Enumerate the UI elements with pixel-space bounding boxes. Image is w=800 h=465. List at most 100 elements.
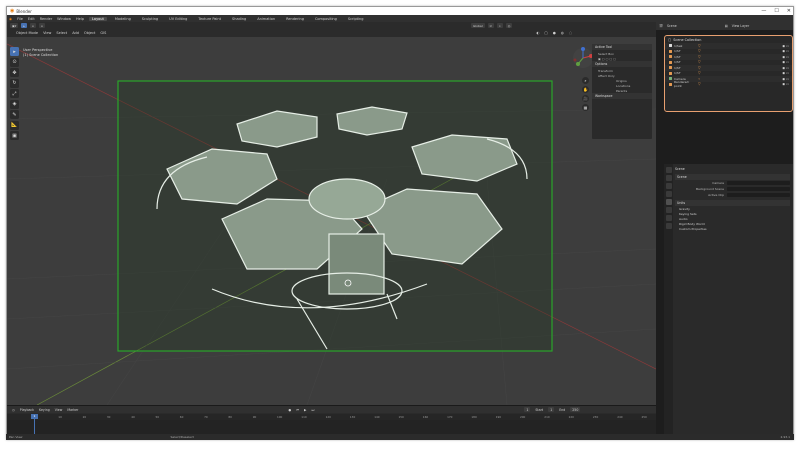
view-layer-dropdown[interactable]: View Layer bbox=[732, 24, 749, 28]
menu-view-timeline[interactable]: View bbox=[55, 408, 63, 412]
record-icon[interactable]: ● bbox=[288, 408, 291, 412]
start-frame-field[interactable]: 1 bbox=[548, 407, 555, 412]
tab-compositing[interactable]: Compositing bbox=[312, 17, 340, 21]
world-tab-icon[interactable] bbox=[665, 207, 672, 213]
select-mode-button-3[interactable]: ▫ bbox=[38, 23, 45, 28]
output-tab-icon[interactable] bbox=[665, 183, 672, 189]
outliner[interactable]: ▢ Scene Collection 1/Sek ▽ ◉ ▭ 1/ST ▽ ◉ ▭ 1/ST… bbox=[664, 35, 793, 112]
timeline-tick-label: 240 bbox=[617, 415, 623, 419]
close-icon[interactable]: ✕ bbox=[787, 8, 791, 14]
menu-file[interactable]: File bbox=[17, 17, 23, 21]
zoom-icon[interactable]: ⌕ bbox=[582, 77, 589, 84]
tab-modeling[interactable]: Modeling bbox=[112, 17, 134, 21]
menu-view[interactable]: View bbox=[43, 31, 51, 35]
menu-window[interactable]: Window bbox=[57, 17, 71, 21]
render-tab-icon[interactable] bbox=[665, 175, 672, 181]
move-tool-icon[interactable]: ✥ bbox=[10, 68, 19, 77]
3d-viewport[interactable]: Object Mode View Select Add Object GIS ◐… bbox=[7, 29, 656, 405]
current-frame-field[interactable]: 1 bbox=[524, 407, 531, 412]
end-label: End bbox=[559, 407, 566, 412]
add-cube-tool-icon[interactable]: ▣ bbox=[10, 131, 19, 140]
tab-uv-editing[interactable]: UV Editing bbox=[166, 17, 190, 21]
view-layer-tab-icon[interactable] bbox=[665, 191, 672, 197]
options-section[interactable]: Options bbox=[592, 61, 652, 67]
transform-tool-icon[interactable]: ◈ bbox=[10, 99, 19, 109]
playhead-frame-label[interactable]: 1 bbox=[31, 414, 38, 419]
top-menu-bar: ◉ File Edit Render Window Help Layout Mo… bbox=[7, 15, 793, 22]
visibility-icon[interactable]: ◉ ▭ bbox=[782, 60, 789, 64]
measure-tool-icon[interactable]: 📐 bbox=[10, 120, 19, 130]
scene-tab-icon[interactable] bbox=[665, 199, 672, 205]
blender-menu-icon[interactable]: ◉ bbox=[9, 17, 12, 21]
snap-icon[interactable]: ⌖ bbox=[497, 23, 503, 28]
pivot-icon[interactable]: ⊙ bbox=[487, 23, 495, 28]
menu-render[interactable]: Render bbox=[40, 17, 52, 21]
maximize-icon[interactable]: ☐ bbox=[774, 8, 778, 14]
timeline-tick-label: 170 bbox=[447, 415, 453, 419]
camera-view-icon[interactable]: 🎥 bbox=[582, 95, 589, 102]
cursor-tool-icon[interactable]: ⊙ bbox=[10, 57, 19, 67]
menu-select[interactable]: Select bbox=[56, 31, 67, 35]
menu-marker[interactable]: Marker bbox=[67, 408, 78, 412]
annotate-tool-icon[interactable]: ✎ bbox=[10, 110, 19, 119]
mode-dropdown[interactable]: Object Mode bbox=[16, 31, 38, 35]
end-frame-field[interactable]: 250 bbox=[570, 407, 581, 412]
camera-field[interactable] bbox=[727, 180, 790, 186]
background-scene-field[interactable] bbox=[727, 186, 790, 192]
visibility-icon[interactable]: ◉ ▭ bbox=[782, 55, 789, 59]
shading-material-icon[interactable]: ◍ bbox=[561, 31, 564, 35]
visibility-icon[interactable]: ◉ ▭ bbox=[782, 66, 789, 70]
proportional-icon[interactable]: ◎ bbox=[505, 23, 513, 28]
pan-icon[interactable]: ✋ bbox=[582, 86, 589, 93]
menu-object[interactable]: Object bbox=[84, 31, 95, 35]
tool-tab-icon[interactable] bbox=[665, 167, 672, 173]
visibility-icon[interactable]: ◉ ▭ bbox=[782, 77, 789, 81]
visibility-icon[interactable]: ◉ ▭ bbox=[782, 82, 789, 86]
play-icon[interactable]: ▶ bbox=[304, 408, 306, 412]
tab-texture-paint[interactable]: Texture Paint bbox=[195, 17, 224, 21]
transform-orientation-dropdown[interactable]: Global bbox=[470, 23, 485, 28]
visibility-icon[interactable]: ◉ ▭ bbox=[782, 71, 789, 75]
tab-scripting[interactable]: Scripting bbox=[345, 17, 367, 21]
collection-tab-icon[interactable] bbox=[665, 215, 672, 221]
tab-animation[interactable]: Animation bbox=[254, 17, 278, 21]
overlay-icon[interactable]: ◐ bbox=[536, 31, 539, 35]
tab-sculpting[interactable]: Sculpting bbox=[139, 17, 161, 21]
active-tool-section[interactable]: Active Tool bbox=[592, 44, 652, 50]
custom-properties-section[interactable]: Custom Properties bbox=[675, 226, 790, 231]
select-box-tool-icon[interactable]: ▸ bbox=[10, 47, 19, 56]
navigation-gizmo[interactable] bbox=[572, 47, 594, 69]
tab-shading[interactable]: Shading bbox=[229, 17, 249, 21]
select-mode-button-2[interactable]: ▫ bbox=[29, 23, 36, 28]
visibility-icon[interactable]: ◉ ▭ bbox=[782, 44, 789, 48]
active-clip-field[interactable] bbox=[727, 192, 790, 198]
minimize-icon[interactable]: — bbox=[761, 8, 766, 14]
scene-collection-label[interactable]: Scene Collection bbox=[673, 38, 701, 42]
scale-tool-icon[interactable]: ⤢ bbox=[10, 89, 19, 98]
jump-start-icon[interactable]: ⏮ bbox=[296, 408, 299, 412]
menu-keying[interactable]: Keying bbox=[39, 408, 50, 412]
tab-layout[interactable]: Layout bbox=[88, 16, 107, 21]
visibility-icon[interactable]: ◉ ▭ bbox=[782, 49, 789, 53]
menu-gis[interactable]: GIS bbox=[100, 31, 106, 35]
viewport-scene[interactable] bbox=[7, 29, 656, 405]
select-mode-button[interactable]: ▸ bbox=[21, 23, 27, 28]
perspective-grid-icon[interactable]: ▦ bbox=[582, 104, 589, 111]
rotate-tool-icon[interactable]: ↻ bbox=[10, 78, 19, 88]
editor-type-button[interactable]: ▣▾ bbox=[10, 23, 19, 28]
menu-playback[interactable]: Playback bbox=[20, 408, 34, 412]
outliner-item[interactable]: Rendered: point ▽ ◉ ▭ bbox=[665, 80, 792, 88]
scene-dropdown[interactable]: Scene bbox=[667, 24, 677, 28]
menu-edit[interactable]: Edit bbox=[28, 17, 35, 21]
timeline-tick-label: 40 bbox=[131, 415, 135, 419]
timeline-editor-icon[interactable]: ◷ bbox=[12, 408, 15, 412]
workspace-section[interactable]: Workspace bbox=[592, 93, 652, 99]
tab-rendering[interactable]: Rendering bbox=[283, 17, 307, 21]
menu-help[interactable]: Help bbox=[76, 17, 84, 21]
xray-icon[interactable]: ▢ bbox=[544, 31, 547, 35]
menu-add[interactable]: Add bbox=[72, 31, 79, 35]
shading-solid-icon[interactable]: ● bbox=[553, 31, 556, 35]
jump-end-icon[interactable]: ⏭ bbox=[311, 408, 314, 412]
texture-tab-icon[interactable] bbox=[665, 223, 672, 229]
shading-render-icon[interactable]: ◌ bbox=[569, 31, 572, 35]
